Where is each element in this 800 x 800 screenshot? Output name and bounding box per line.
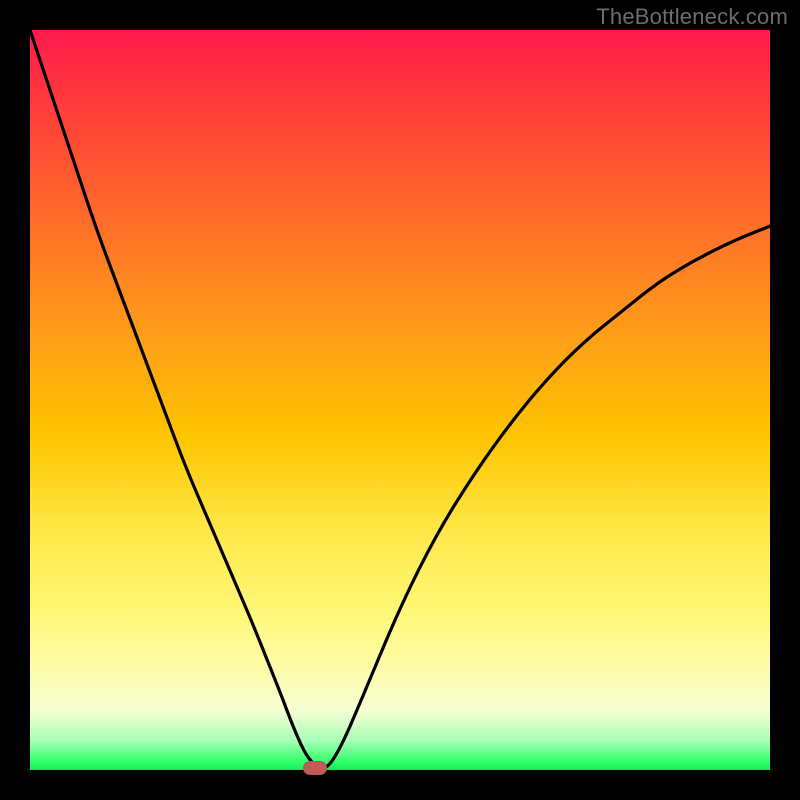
- plot-area: [30, 30, 770, 770]
- optimum-marker: [303, 761, 327, 775]
- bottleneck-curve: [30, 30, 770, 768]
- watermark-text: TheBottleneck.com: [596, 4, 788, 30]
- curve-svg: [30, 30, 770, 770]
- chart-frame: TheBottleneck.com: [0, 0, 800, 800]
